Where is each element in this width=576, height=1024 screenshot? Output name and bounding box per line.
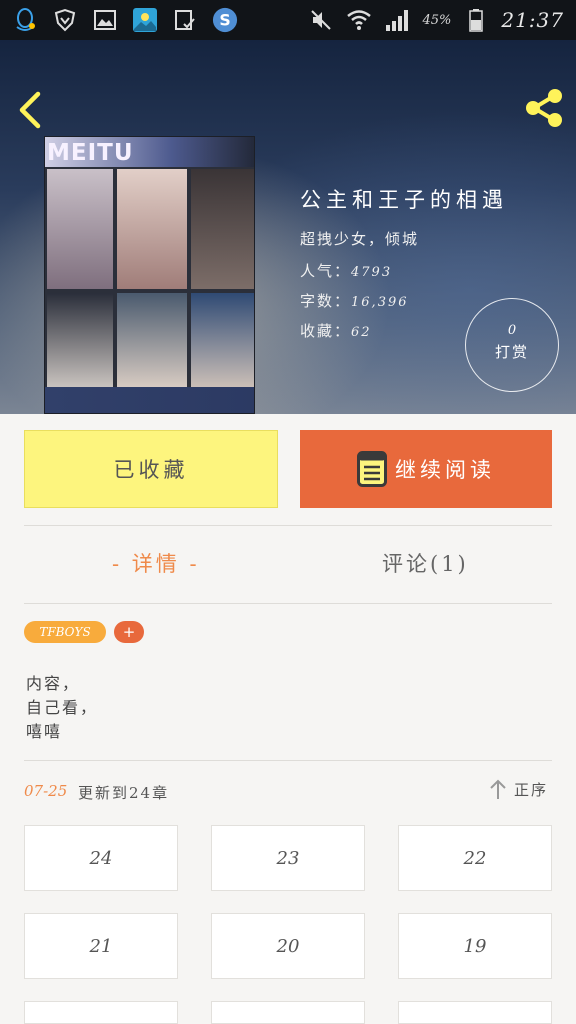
- status-bar: S 45% 21:37: [0, 0, 576, 40]
- reward-count: 0: [507, 323, 517, 338]
- chevron-left-icon: [19, 91, 41, 129]
- chapter-button[interactable]: [211, 1001, 365, 1024]
- clock: 21:37: [501, 8, 564, 32]
- chapter-button[interactable]: 19: [398, 913, 552, 979]
- chapter-button[interactable]: 20: [211, 913, 365, 979]
- chapter-button[interactable]: 24: [24, 825, 178, 891]
- cover-photo: [47, 293, 113, 387]
- words-value: 16,396: [351, 295, 409, 310]
- sort-order-label: 正序: [514, 780, 549, 799]
- cover-photo: [117, 293, 187, 387]
- book-title: 公主和王子的相遇: [300, 188, 508, 212]
- qq-icon: [12, 7, 38, 33]
- divider: [24, 603, 552, 604]
- arrow-up-icon: [490, 779, 506, 799]
- tab-details[interactable]: - 详情 -: [112, 548, 200, 578]
- popularity-label: 人气：: [300, 262, 352, 280]
- reward-label: 打赏: [494, 343, 529, 361]
- collected-label: 已收藏: [113, 458, 189, 482]
- cover-photo: [191, 169, 254, 289]
- cover-photo: [117, 169, 187, 289]
- gallery-icon: [92, 7, 118, 33]
- chapter-button[interactable]: 22: [398, 825, 552, 891]
- battery-icon: [463, 7, 489, 33]
- word-count-stat: 字数：16,396: [300, 290, 409, 311]
- cover-photo: [47, 169, 113, 289]
- tag-chip[interactable]: TFBOYS: [24, 621, 106, 643]
- cover-logo-text: MEITU: [47, 140, 134, 166]
- cover-author-strip: [45, 387, 254, 413]
- scenery-app-icon: [132, 7, 158, 33]
- book-icon: [357, 451, 387, 487]
- continue-reading-label: 继续阅读: [395, 458, 495, 482]
- reward-button[interactable]: 0 打赏: [465, 298, 559, 392]
- svg-text:S: S: [219, 11, 230, 30]
- collected-button[interactable]: 已收藏: [24, 430, 278, 508]
- battery-percent: 45%: [422, 12, 452, 28]
- update-date: 07-25: [24, 782, 68, 800]
- sort-order-button[interactable]: 正序: [488, 778, 548, 800]
- description-line: 内容，: [26, 674, 81, 693]
- chapter-button[interactable]: [24, 1001, 178, 1024]
- wifi-icon: [346, 7, 372, 33]
- favorites-value: 62: [351, 325, 372, 340]
- description-line: 嘻嘻: [26, 722, 63, 741]
- chapter-button[interactable]: [398, 1001, 552, 1024]
- s-app-icon: S: [212, 7, 238, 33]
- favorites-stat: 收藏：62: [300, 320, 372, 341]
- chapter-button[interactable]: 23: [211, 825, 365, 891]
- book-cover[interactable]: MEITU: [44, 136, 255, 414]
- divider: [24, 525, 552, 526]
- popularity-stat: 人气：4793: [300, 260, 392, 281]
- check-icon: [172, 7, 198, 33]
- continue-reading-button[interactable]: 继续阅读: [300, 430, 552, 508]
- description-line: 自己看，: [26, 698, 99, 717]
- update-text: 更新到24章: [78, 784, 170, 802]
- add-tag-button[interactable]: +: [114, 621, 144, 643]
- shield-icon: [52, 7, 78, 33]
- words-label: 字数：: [300, 292, 352, 310]
- mute-icon: [308, 7, 334, 33]
- share-button[interactable]: [522, 86, 566, 130]
- cover-photo: [191, 293, 254, 387]
- back-button[interactable]: [14, 90, 46, 130]
- popularity-value: 4793: [351, 265, 393, 280]
- signal-icon: [384, 7, 410, 33]
- book-header: MEITU 公主和王子的相遇 超拽少女，倾城 人气：4793 字数：16,396…: [0, 40, 576, 414]
- chapter-button[interactable]: 21: [24, 913, 178, 979]
- tab-comments[interactable]: 评论(1): [382, 548, 469, 578]
- divider: [24, 760, 552, 761]
- book-author: 超拽少女，倾城: [300, 230, 420, 248]
- share-icon: [526, 89, 562, 127]
- favorites-label: 收藏：: [300, 322, 352, 340]
